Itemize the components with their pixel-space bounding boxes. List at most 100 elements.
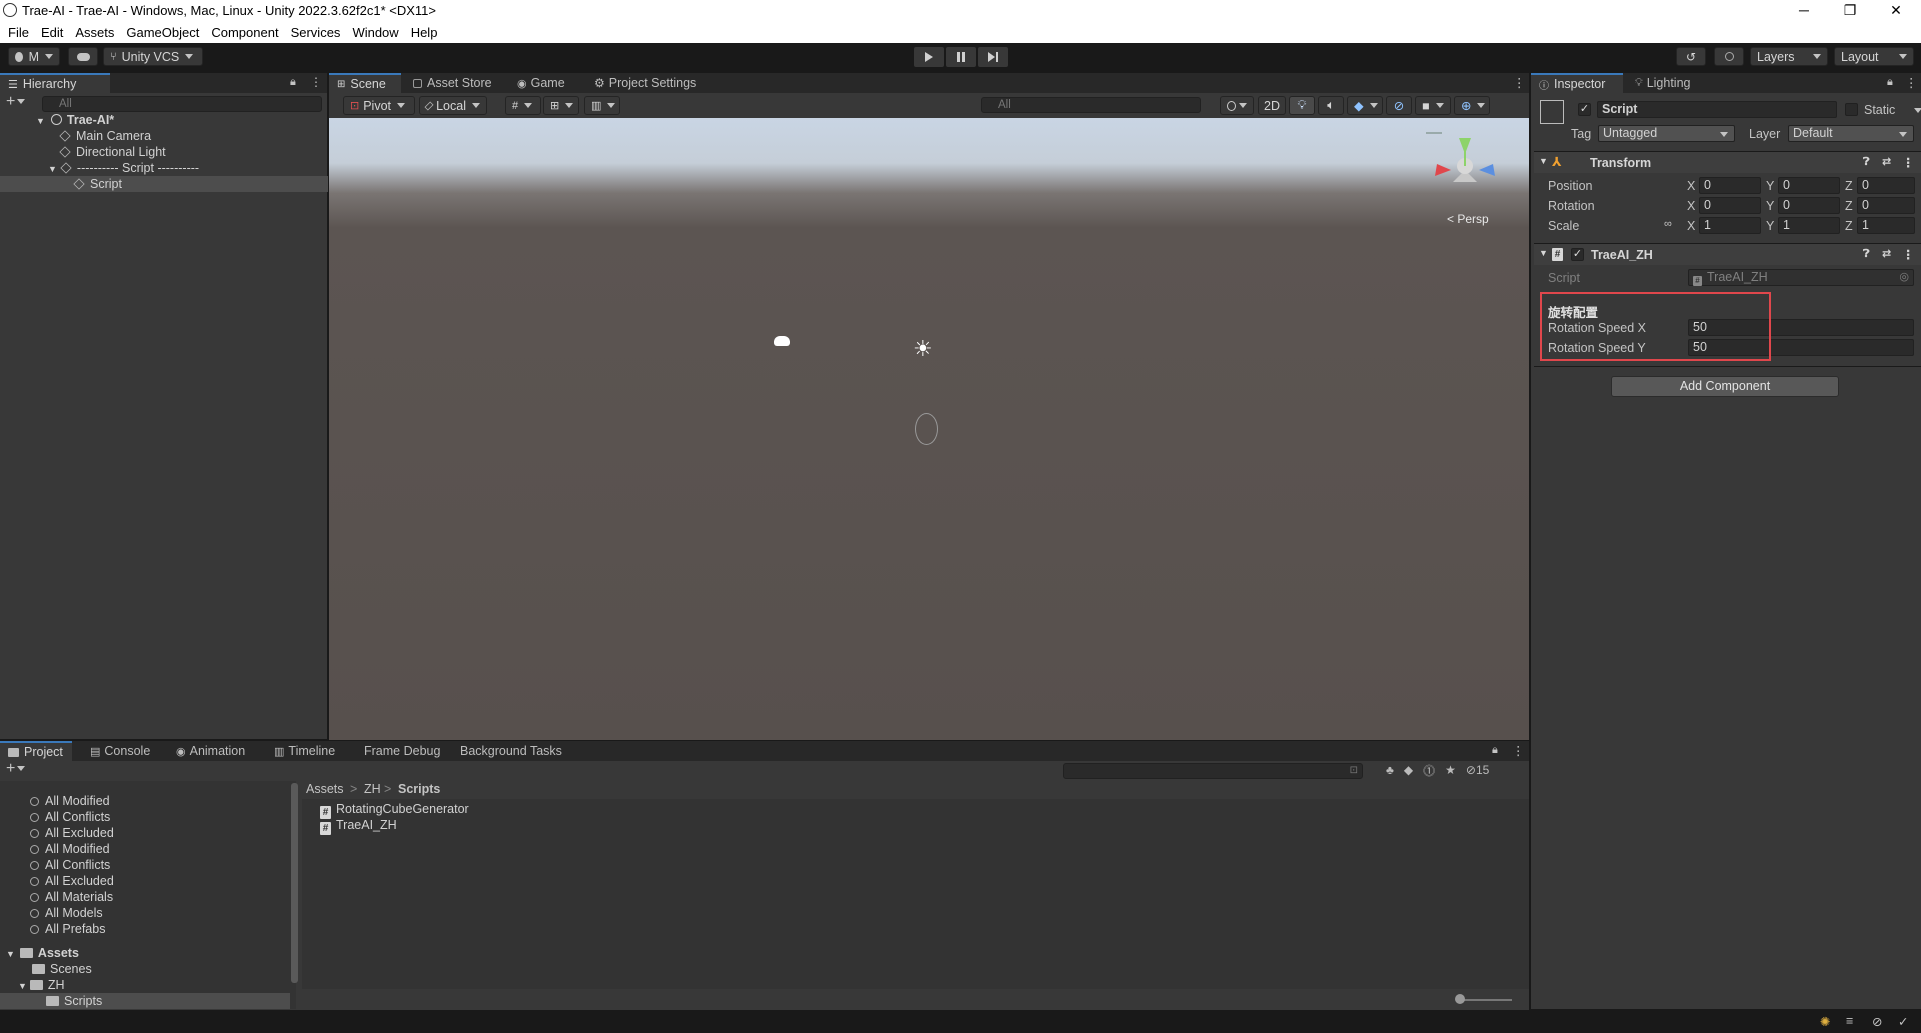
static-dropdown-icon[interactable]	[1914, 108, 1921, 113]
tab-project-settings[interactable]: ⚙ Project Settings	[586, 73, 704, 93]
preset-icon[interactable]: ⇄	[1882, 155, 1891, 168]
expand-arrow-icon[interactable]: ▼	[36, 116, 45, 126]
icon-size-slider-handle[interactable]	[1455, 994, 1465, 1004]
folder-zh[interactable]: ▼ ZH	[18, 977, 65, 993]
camera-gizmo-icon[interactable]	[774, 336, 790, 346]
audio-toggle-button[interactable]: 🔈︎	[1318, 96, 1344, 115]
transform-header[interactable]: ▼ ⅄ Transform ❓︎ ⇄ ⋮	[1534, 151, 1921, 173]
rotation-speed-y-field[interactable]: 50	[1688, 339, 1914, 356]
hierarchy-item-script[interactable]: Script	[0, 176, 328, 192]
tab-timeline[interactable]: ▥ Timeline	[266, 741, 343, 761]
tab-project[interactable]: Project	[0, 741, 72, 761]
pivot-dropdown[interactable]: ⊡ Pivot	[343, 96, 415, 115]
favorite-item[interactable]: All Modified	[30, 793, 110, 809]
tab-asset-store[interactable]: Asset Store	[405, 73, 500, 93]
rotation-x-field[interactable]: 0	[1699, 197, 1761, 214]
scale-y-field[interactable]: 1	[1778, 217, 1840, 234]
breadcrumb-scripts[interactable]: Scripts	[398, 782, 440, 796]
object-picker-icon[interactable]: ◎	[1899, 270, 1909, 285]
tag-dropdown[interactable]: Untagged	[1598, 125, 1735, 142]
collapse-arrow-icon[interactable]: ▼	[1539, 248, 1548, 258]
tab-scene[interactable]: ⊞ Scene	[329, 73, 401, 93]
layers-stack-icon[interactable]: ≡	[1846, 1014, 1853, 1028]
filter-warning-icon[interactable]: ⓵	[1423, 762, 1435, 779]
tab-game[interactable]: ◉ Game	[509, 73, 573, 93]
breadcrumb-zh[interactable]: ZH	[364, 782, 381, 796]
rotation-y-field[interactable]: 0	[1778, 197, 1840, 214]
kebab-menu-icon[interactable]: ⋮	[1512, 743, 1525, 758]
progress-spinner-icon[interactable]: ✺	[1820, 1014, 1830, 1029]
lock-icon[interactable]: 🔒︎	[290, 76, 296, 89]
cloud-button[interactable]	[68, 47, 98, 66]
component-enabled-checkbox[interactable]: ✓	[1571, 248, 1584, 261]
tab-background-tasks[interactable]: Background Tasks	[452, 741, 570, 761]
favorite-item[interactable]: All Materials	[30, 889, 113, 905]
close-button[interactable]: ✕	[1873, 0, 1919, 22]
kebab-menu-icon[interactable]: ⋮	[1902, 155, 1915, 170]
file-item-rotating-cube-generator[interactable]: # RotatingCubeGenerator	[320, 801, 469, 819]
minimize-button[interactable]: ─	[1781, 0, 1827, 22]
menu-edit[interactable]: Edit	[41, 25, 63, 40]
hidden-packages-icon[interactable]: ⊘15	[1466, 763, 1489, 777]
object-active-checkbox[interactable]: ✓	[1578, 103, 1591, 116]
scene-viewport[interactable]: < Persp ☀	[329, 118, 1529, 740]
kebab-menu-icon[interactable]: ⋮	[1905, 75, 1918, 90]
favorite-item[interactable]: All Excluded	[30, 873, 114, 889]
expand-arrow-icon[interactable]: ▼	[6, 949, 15, 959]
favorite-item[interactable]: All Prefabs	[30, 921, 105, 937]
sync-status-icon[interactable]: ✓	[1898, 1014, 1908, 1029]
menu-help[interactable]: Help	[411, 25, 438, 40]
2d-toggle-button[interactable]: 2D	[1258, 96, 1286, 115]
add-component-button[interactable]: Add Component	[1611, 376, 1839, 397]
menu-component[interactable]: Component	[211, 25, 278, 40]
light-gizmo-icon[interactable]: ☀	[913, 338, 937, 362]
folder-scenes[interactable]: Scenes	[32, 961, 92, 977]
favorite-item[interactable]: All Modified	[30, 841, 110, 857]
layer-dropdown[interactable]: Default	[1788, 125, 1914, 142]
favorite-item[interactable]: All Models	[30, 905, 103, 921]
menu-file[interactable]: File	[8, 25, 29, 40]
folder-scripts[interactable]: Scripts	[0, 993, 290, 1009]
maximize-button[interactable]: ❐	[1827, 0, 1873, 22]
preset-icon[interactable]: ⇄	[1882, 247, 1891, 260]
project-search-input[interactable]: ⊡	[1063, 763, 1363, 779]
grid-snap-dropdown[interactable]: #	[505, 96, 541, 115]
favorite-item[interactable]: All Conflicts	[30, 809, 110, 825]
play-button[interactable]	[914, 47, 944, 67]
position-x-field[interactable]: 0	[1699, 177, 1761, 194]
search-by-type-icon[interactable]: ⊡	[1350, 764, 1358, 778]
expand-arrow-icon[interactable]: ▼	[18, 981, 27, 991]
lock-icon[interactable]: 🔒︎	[1492, 744, 1498, 757]
tab-inspector[interactable]: ⓘ Inspector	[1531, 73, 1623, 93]
hierarchy-item-script-separator[interactable]: ▼ ---------- Script ----------	[0, 160, 328, 176]
tab-hierarchy[interactable]: ☰ Hierarchy	[0, 73, 110, 93]
scale-x-field[interactable]: 1	[1699, 217, 1761, 234]
project-create-button[interactable]: +	[6, 761, 26, 777]
constrain-proportions-icon[interactable]: ∞	[1664, 218, 1672, 230]
breadcrumb-assets[interactable]: Assets	[306, 782, 344, 796]
grid-toggle-dropdown[interactable]: ⊞	[543, 96, 579, 115]
collapse-arrow-icon[interactable]: ▼	[1539, 156, 1548, 166]
filter-type-icon[interactable]: ♣	[1386, 763, 1394, 777]
create-button[interactable]: +	[6, 94, 26, 110]
layout-dropdown[interactable]: Layout	[1834, 47, 1914, 66]
effects-dropdown[interactable]: ◆	[1347, 96, 1383, 115]
icon-size-slider-track[interactable]	[1460, 999, 1512, 1001]
search-button[interactable]	[1714, 47, 1744, 66]
folder-tree-scrollbar[interactable]	[291, 783, 298, 983]
network-icon[interactable]: ⊘	[1872, 1014, 1882, 1029]
scene-search-input[interactable]: All	[981, 97, 1201, 113]
tab-animation[interactable]: ◉ Animation	[168, 741, 253, 761]
history-button[interactable]: ↺	[1676, 47, 1706, 66]
lighting-toggle-button[interactable]: 💡︎	[1289, 96, 1315, 115]
favorite-item[interactable]: All Conflicts	[30, 857, 110, 873]
position-y-field[interactable]: 0	[1778, 177, 1840, 194]
local-dropdown[interactable]: Local	[419, 96, 487, 115]
gizmos-dropdown[interactable]: ⊕	[1454, 96, 1490, 115]
account-dropdown[interactable]: M	[8, 47, 60, 66]
component-header-traeai-zh[interactable]: ▼ # ✓ TraeAI_ZH ❓︎ ⇄ ⋮	[1534, 243, 1921, 265]
scale-z-field[interactable]: 1	[1857, 217, 1915, 234]
object-name-field[interactable]: Script	[1597, 101, 1837, 118]
kebab-menu-icon[interactable]: ⋮	[1902, 247, 1915, 262]
kebab-menu-icon[interactable]: ⋮	[1513, 75, 1526, 90]
